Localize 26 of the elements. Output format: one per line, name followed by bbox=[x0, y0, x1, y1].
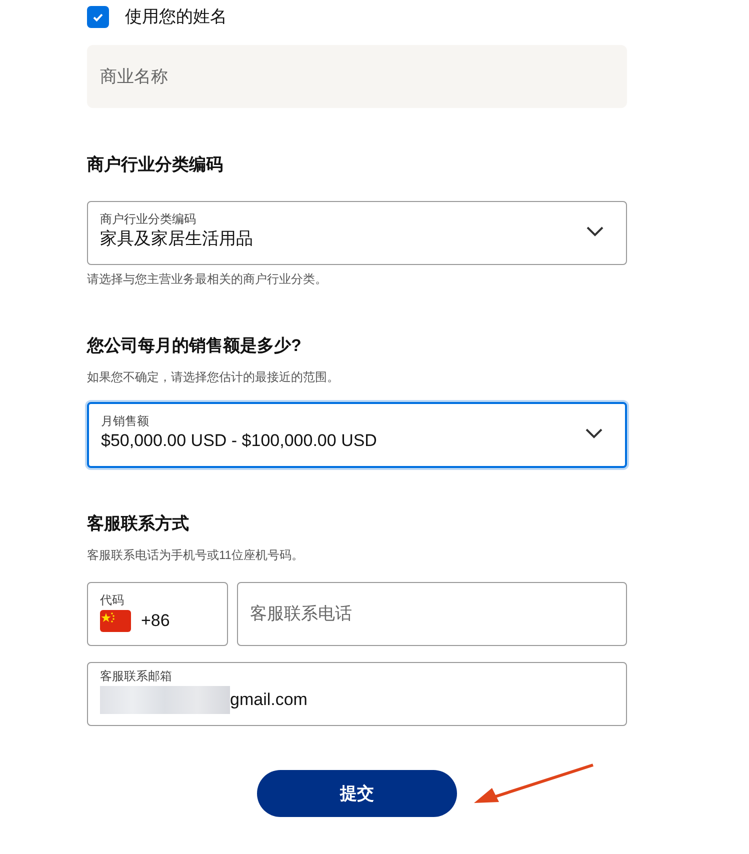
country-code-field[interactable]: 代码 +86 bbox=[87, 582, 228, 646]
chevron-down-icon bbox=[585, 428, 603, 439]
phone-field[interactable]: 客服联系电话 bbox=[237, 582, 627, 646]
checkbox-label: 使用您的姓名 bbox=[125, 6, 227, 28]
section-heading: 客服联系方式 bbox=[87, 513, 190, 535]
field-label: 客服联系邮箱 bbox=[100, 668, 173, 684]
email-field[interactable]: 客服联系邮箱 gmail.com bbox=[87, 662, 627, 726]
field-value: +86 bbox=[141, 610, 170, 632]
chevron-down-icon bbox=[586, 226, 604, 237]
section-heading: 商户行业分类编码 bbox=[87, 154, 224, 176]
field-value: gmail.com bbox=[230, 689, 308, 711]
business-name-field[interactable]: 商业名称 bbox=[87, 45, 627, 108]
submit-button[interactable]: 提交 bbox=[257, 770, 457, 817]
field-label: 商户行业分类编码 bbox=[100, 211, 197, 227]
dropdown-field[interactable]: 商户行业分类编码 家具及家居生活用品 bbox=[87, 201, 627, 265]
section-heading: 您公司每月的销售额是多少? bbox=[87, 335, 302, 357]
field-label: 月销售额 bbox=[101, 413, 150, 429]
helper-text: 请选择与您主营业务最相关的商户行业分类。 bbox=[87, 271, 328, 287]
field-label: 代码 bbox=[100, 592, 125, 608]
field-value: $50,000.00 USD - $100,000.00 USD bbox=[101, 430, 377, 452]
use-name-checkbox[interactable] bbox=[87, 6, 109, 28]
field-value: 家具及家居生活用品 bbox=[100, 228, 253, 250]
helper-text: 如果您不确定，请选择您估计的最接近的范围。 bbox=[87, 369, 340, 385]
helper-text: 客服联系电话为手机号或11位座机号码。 bbox=[87, 547, 304, 563]
dropdown-field[interactable]: 月销售额 $50,000.00 USD - $100,000.00 USD bbox=[87, 402, 627, 468]
flag-icon bbox=[100, 610, 131, 632]
